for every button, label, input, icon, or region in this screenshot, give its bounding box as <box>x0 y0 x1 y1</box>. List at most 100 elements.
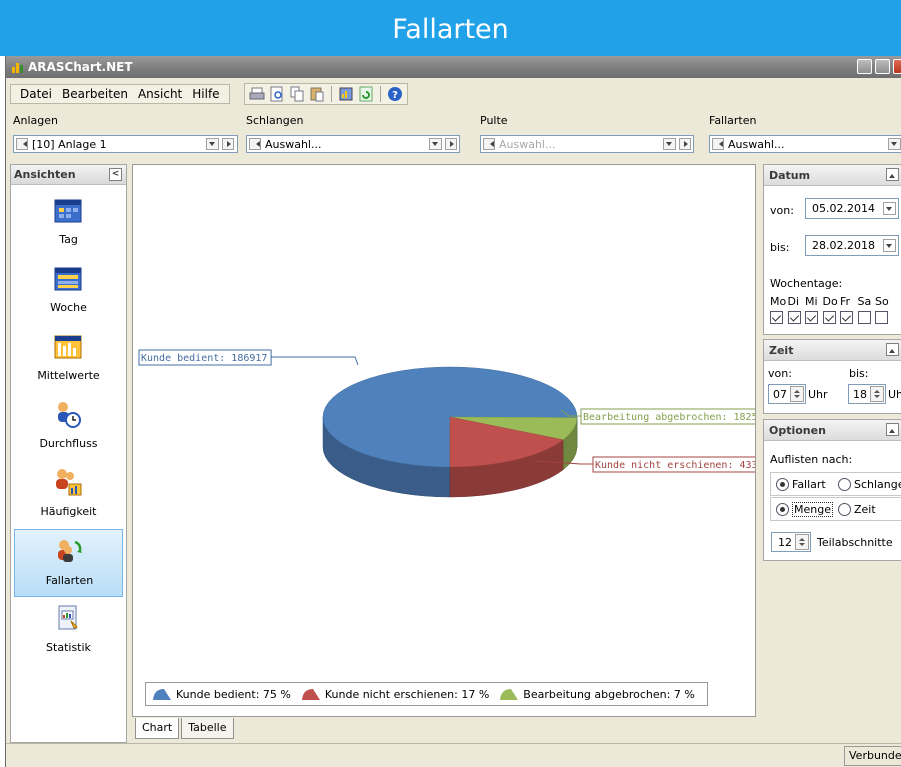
prev-icon <box>483 138 495 150</box>
radio-menge[interactable] <box>776 503 789 516</box>
schlangen-select[interactable]: Auswahl... <box>246 135 460 153</box>
sidebar-item-label: Statistik <box>46 641 91 654</box>
export-icon[interactable] <box>338 86 354 102</box>
minimize-button[interactable] <box>857 59 872 74</box>
refresh-icon[interactable] <box>358 86 374 102</box>
status-bar: Verbunden <box>6 743 901 767</box>
teilabschnitte-label: Teilabschnitte <box>817 536 893 549</box>
datum-header: Datum <box>764 165 901 186</box>
weekday-checkbox[interactable] <box>857 311 871 324</box>
weekday-checkbox[interactable] <box>787 311 801 324</box>
next-icon[interactable] <box>445 138 457 150</box>
zeit-bis-label: bis: <box>849 367 869 380</box>
stepper-arrows-icon[interactable] <box>790 386 804 402</box>
radio-schlange[interactable] <box>838 478 851 491</box>
chevron-down-icon[interactable] <box>883 202 896 215</box>
date-to-field[interactable]: 28.02.2018 <box>805 235 899 256</box>
pulte-value: Auswahl... <box>499 138 556 151</box>
close-button[interactable] <box>893 59 901 74</box>
tab-tabelle[interactable]: Tabelle <box>181 718 234 739</box>
prev-icon[interactable] <box>712 138 724 150</box>
sidebar-item-durchfluss[interactable]: Durchfluss <box>14 393 123 461</box>
collapse-up-icon[interactable] <box>886 423 899 436</box>
date-from-field[interactable]: 05.02.2014 <box>805 198 899 219</box>
weekday-checkbox[interactable] <box>770 311 783 324</box>
weekday-label: Sa <box>857 295 872 308</box>
menu-datei[interactable]: Datei <box>15 87 57 101</box>
legend-swatch <box>500 689 519 700</box>
report-icon <box>58 605 78 630</box>
sidebar-item-label: Fallarten <box>45 574 94 587</box>
radio-fallart[interactable] <box>776 478 789 491</box>
radio-zeit-label[interactable]: Zeit <box>854 503 876 516</box>
people-chart-icon <box>56 469 82 496</box>
sidebar-item-label: Tag <box>59 233 78 246</box>
calendar-week-icon <box>54 267 82 291</box>
radio-fallart-label[interactable]: Fallart <box>792 478 826 491</box>
sidebar-item-woche[interactable]: Woche <box>14 257 123 325</box>
weekday-label: Mo <box>770 295 787 308</box>
collapse-left-icon[interactable]: < <box>109 168 122 181</box>
prev-icon[interactable] <box>16 138 28 150</box>
toolbar: ? <box>244 83 408 105</box>
weekday-checkbox[interactable] <box>840 311 853 324</box>
radio-zeit[interactable] <box>838 503 851 516</box>
bar-calendar-icon <box>54 335 82 359</box>
stepper-arrows-icon[interactable] <box>870 386 884 402</box>
chevron-down-icon[interactable] <box>883 239 896 252</box>
radio-schlange-label[interactable]: Schlange <box>854 478 901 491</box>
chevron-down-icon <box>663 138 676 150</box>
next-icon[interactable] <box>222 138 234 150</box>
weekday-label: Do <box>822 295 838 308</box>
weekday-label: So <box>875 295 889 308</box>
zeit-von-label: von: <box>768 367 792 380</box>
pulte-select: Auswahl... <box>480 135 694 153</box>
menu-bearbeiten[interactable]: Bearbeiten <box>57 87 133 101</box>
copy-icon[interactable] <box>289 86 305 102</box>
views-sidebar: Ansichten < Tag Woche Mittelwerte Durchf… <box>10 164 127 743</box>
chevron-down-icon[interactable] <box>206 138 219 150</box>
zeit-header: Zeit <box>764 340 901 361</box>
sidebar-item-fallarten[interactable]: Fallarten <box>14 529 123 597</box>
pie-chart: Kunde bedient: 186917 Bearbeitung abgebro… <box>138 349 775 498</box>
tab-chart[interactable]: Chart <box>135 718 180 739</box>
chevron-down-icon[interactable] <box>429 138 442 150</box>
fallarten-value: Auswahl... <box>728 138 785 151</box>
anlagen-select[interactable]: [10] Anlage 1 <box>13 135 238 153</box>
sidebar-item-haeufigkeit[interactable]: Häufigkeit <box>14 461 123 529</box>
radio-menge-label[interactable]: Menge <box>792 502 833 517</box>
teilabschnitte-stepper[interactable]: 12 <box>771 532 811 552</box>
stepper-arrows-icon[interactable] <box>795 534 809 550</box>
pie-data-label: Kunde nicht erschienen: 43398 <box>595 460 755 471</box>
wochentage-label: Wochentage: <box>770 277 843 290</box>
collapse-up-icon[interactable] <box>886 343 899 356</box>
chevron-down-icon[interactable] <box>888 138 901 150</box>
next-icon <box>679 138 691 150</box>
fallarten-select[interactable]: Auswahl... <box>709 135 901 153</box>
time-from-value: 07 <box>773 388 787 401</box>
zeit-title: Zeit <box>769 344 794 357</box>
weekday-checkbox[interactable] <box>875 311 888 324</box>
menu-hilfe[interactable]: Hilfe <box>187 87 224 101</box>
menu-ansicht[interactable]: Ansicht <box>133 87 187 101</box>
optionen-header: Optionen <box>764 420 901 441</box>
collapse-up-icon[interactable] <box>886 168 899 181</box>
sidebar-item-tag[interactable]: Tag <box>14 189 123 257</box>
prev-icon[interactable] <box>249 138 261 150</box>
time-from-stepper[interactable]: 07 <box>768 384 806 404</box>
optionen-panel: Optionen Auflisten nach: Fallart Schlang… <box>763 419 901 561</box>
pie-leader-line <box>271 356 359 366</box>
weekday-checkbox[interactable] <box>805 311 818 324</box>
time-to-stepper[interactable]: 18 <box>848 384 886 404</box>
print-preview-icon[interactable] <box>269 86 285 102</box>
schlangen-label: Schlangen <box>246 114 304 127</box>
paste-icon[interactable] <box>309 86 325 102</box>
weekday-checkbox[interactable] <box>822 311 836 324</box>
sidebar-item-mittelwerte[interactable]: Mittelwerte <box>14 325 123 393</box>
print-icon[interactable] <box>249 86 265 102</box>
datum-title: Datum <box>769 169 811 182</box>
chart-legend: Kunde bedient: 75 % Kunde nicht erschiene… <box>145 682 708 706</box>
help-icon[interactable]: ? <box>387 86 403 102</box>
sidebar-item-statistik[interactable]: Statistik <box>14 597 123 665</box>
maximize-button[interactable] <box>875 59 890 74</box>
